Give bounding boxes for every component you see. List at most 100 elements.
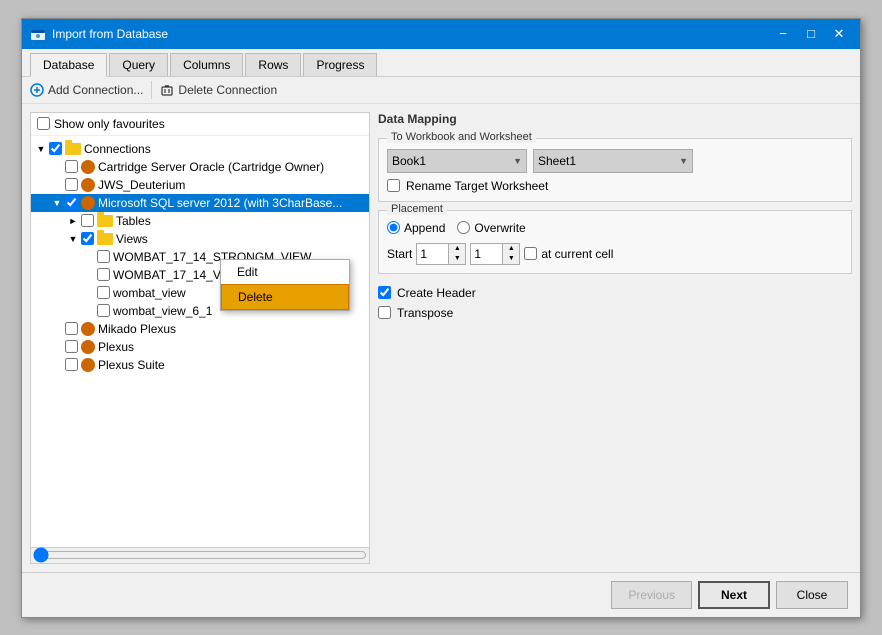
window-icon bbox=[30, 26, 46, 42]
check-jws[interactable] bbox=[65, 178, 78, 191]
previous-button[interactable]: Previous bbox=[611, 581, 692, 609]
check-mssql[interactable] bbox=[65, 196, 78, 209]
book-arrow-icon: ▼ bbox=[513, 156, 522, 166]
start-col-input[interactable] bbox=[471, 246, 502, 262]
show-favourites-checkbox[interactable] bbox=[37, 117, 50, 130]
tab-database[interactable]: Database bbox=[30, 53, 107, 77]
main-content: Show only favourites ▼ Connections ► Car… bbox=[22, 104, 860, 572]
spinner-up-col[interactable]: ▲ bbox=[503, 244, 519, 254]
db-icon-mssql bbox=[81, 196, 95, 210]
rename-row: Rename Target Worksheet bbox=[387, 179, 843, 193]
spinner-btns-row: ▲ ▼ bbox=[448, 244, 465, 264]
tree-node-tables[interactable]: ► Tables bbox=[31, 212, 369, 230]
show-favourites-row: Show only favourites bbox=[31, 113, 369, 136]
check-view4[interactable] bbox=[97, 304, 110, 317]
minimize-button[interactable]: − bbox=[770, 23, 796, 45]
folder-icon bbox=[65, 143, 81, 155]
check-view3[interactable] bbox=[97, 286, 110, 299]
node-label-mssql: Microsoft SQL server 2012 (with 3CharBas… bbox=[98, 196, 342, 210]
maximize-button[interactable]: □ bbox=[798, 23, 824, 45]
tree-node-jws[interactable]: ► JWS_Deuterium bbox=[31, 176, 369, 194]
create-header-label: Create Header bbox=[397, 286, 476, 300]
check-plexus[interactable] bbox=[65, 340, 78, 353]
folder-icon-views bbox=[97, 233, 113, 245]
check-mikado[interactable] bbox=[65, 322, 78, 335]
title-bar: Import from Database − □ ✕ bbox=[22, 19, 860, 49]
right-panel: Data Mapping To Workbook and Worksheet B… bbox=[378, 112, 852, 564]
close-button[interactable]: ✕ bbox=[826, 23, 852, 45]
create-header-row: Create Header bbox=[378, 286, 852, 300]
start-row-spinner[interactable]: ▲ ▼ bbox=[416, 243, 466, 265]
window-title: Import from Database bbox=[52, 27, 770, 41]
node-label-mikado: Mikado Plexus bbox=[98, 322, 176, 336]
rename-checkbox[interactable] bbox=[387, 179, 400, 192]
transpose-label: Transpose bbox=[397, 306, 453, 320]
create-header-checkbox[interactable] bbox=[378, 286, 391, 299]
at-current-cell-checkbox[interactable] bbox=[524, 247, 537, 260]
spinner-down-row[interactable]: ▼ bbox=[449, 254, 465, 264]
sheet-arrow-icon: ▼ bbox=[679, 156, 688, 166]
footer: Previous Next Close bbox=[22, 572, 860, 617]
db-icon-cartridge bbox=[81, 160, 95, 174]
toolbar: Add Connection... Delete Connection bbox=[22, 77, 860, 104]
sheet-value: Sheet1 bbox=[538, 154, 576, 168]
check-cartridge[interactable] bbox=[65, 160, 78, 173]
add-connection-button[interactable]: Add Connection... bbox=[30, 83, 143, 97]
horizontal-scrollbar[interactable] bbox=[31, 547, 369, 563]
transpose-checkbox[interactable] bbox=[378, 306, 391, 319]
db-icon-plexus bbox=[81, 340, 95, 354]
tab-columns[interactable]: Columns bbox=[170, 53, 243, 76]
transpose-row: Transpose bbox=[378, 306, 852, 320]
tree-node-plexus-suite[interactable]: ► Plexus Suite bbox=[31, 356, 369, 374]
close-button-footer[interactable]: Close bbox=[776, 581, 848, 609]
spinner-up-row[interactable]: ▲ bbox=[449, 244, 465, 254]
ctx-edit[interactable]: Edit bbox=[221, 260, 349, 284]
spinner-down-col[interactable]: ▼ bbox=[503, 254, 519, 264]
ctx-delete[interactable]: Delete bbox=[221, 284, 349, 310]
node-label-jws: JWS_Deuterium bbox=[98, 178, 185, 192]
options-section: Create Header Transpose bbox=[378, 282, 852, 320]
tree-area[interactable]: ▼ Connections ► Cartridge Server Oracle … bbox=[31, 136, 369, 547]
append-radio[interactable] bbox=[387, 221, 400, 234]
start-row: Start ▲ ▼ ▲ ▼ bbox=[387, 243, 843, 265]
check-view2[interactable] bbox=[97, 268, 110, 281]
section-title: Data Mapping bbox=[378, 112, 852, 126]
workbook-group-title: To Workbook and Worksheet bbox=[387, 131, 536, 143]
tree-node-mssql[interactable]: ▼ Microsoft SQL server 2012 (with 3CharB… bbox=[31, 194, 369, 212]
workbook-group: To Workbook and Worksheet Book1 ▼ Sheet1… bbox=[378, 138, 852, 202]
overwrite-radio[interactable] bbox=[457, 221, 470, 234]
next-button[interactable]: Next bbox=[698, 581, 770, 609]
node-label-connections: Connections bbox=[84, 142, 151, 156]
tree-node-connections[interactable]: ▼ Connections bbox=[31, 140, 369, 158]
check-plexus-suite[interactable] bbox=[65, 358, 78, 371]
book-combo[interactable]: Book1 ▼ bbox=[387, 149, 527, 173]
sheet-combo[interactable]: Sheet1 ▼ bbox=[533, 149, 693, 173]
node-label-view4: wombat_view_6_1 bbox=[113, 304, 212, 318]
check-view1[interactable] bbox=[97, 250, 110, 263]
expand-tables[interactable]: ► bbox=[65, 213, 81, 229]
check-tables[interactable] bbox=[81, 214, 94, 227]
delete-connection-button[interactable]: Delete Connection bbox=[160, 83, 277, 97]
book-value: Book1 bbox=[392, 154, 426, 168]
tab-query[interactable]: Query bbox=[109, 53, 168, 76]
tree-node-cartridge[interactable]: ► Cartridge Server Oracle (Cartridge Own… bbox=[31, 158, 369, 176]
tab-rows[interactable]: Rows bbox=[245, 53, 301, 76]
node-label-plexus: Plexus bbox=[98, 340, 134, 354]
at-current-cell-label: at current cell bbox=[541, 247, 613, 261]
start-row-input[interactable] bbox=[417, 246, 448, 262]
tree-node-plexus[interactable]: ► Plexus bbox=[31, 338, 369, 356]
check-connections[interactable] bbox=[49, 142, 62, 155]
start-col-spinner[interactable]: ▲ ▼ bbox=[470, 243, 520, 265]
expand-views[interactable]: ▼ bbox=[65, 231, 81, 247]
check-views[interactable] bbox=[81, 232, 94, 245]
db-icon-mikado bbox=[81, 322, 95, 336]
tab-progress[interactable]: Progress bbox=[303, 53, 377, 76]
expand-mssql[interactable]: ▼ bbox=[49, 195, 65, 211]
main-window: Import from Database − □ ✕ Database Quer… bbox=[21, 18, 861, 618]
expand-connections[interactable]: ▼ bbox=[33, 141, 49, 157]
h-scroll-input[interactable] bbox=[33, 549, 367, 561]
append-label: Append bbox=[387, 221, 445, 235]
tree-node-mikado[interactable]: ► Mikado Plexus bbox=[31, 320, 369, 338]
tree-node-views[interactable]: ▼ Views bbox=[31, 230, 369, 248]
rename-label: Rename Target Worksheet bbox=[406, 179, 548, 193]
